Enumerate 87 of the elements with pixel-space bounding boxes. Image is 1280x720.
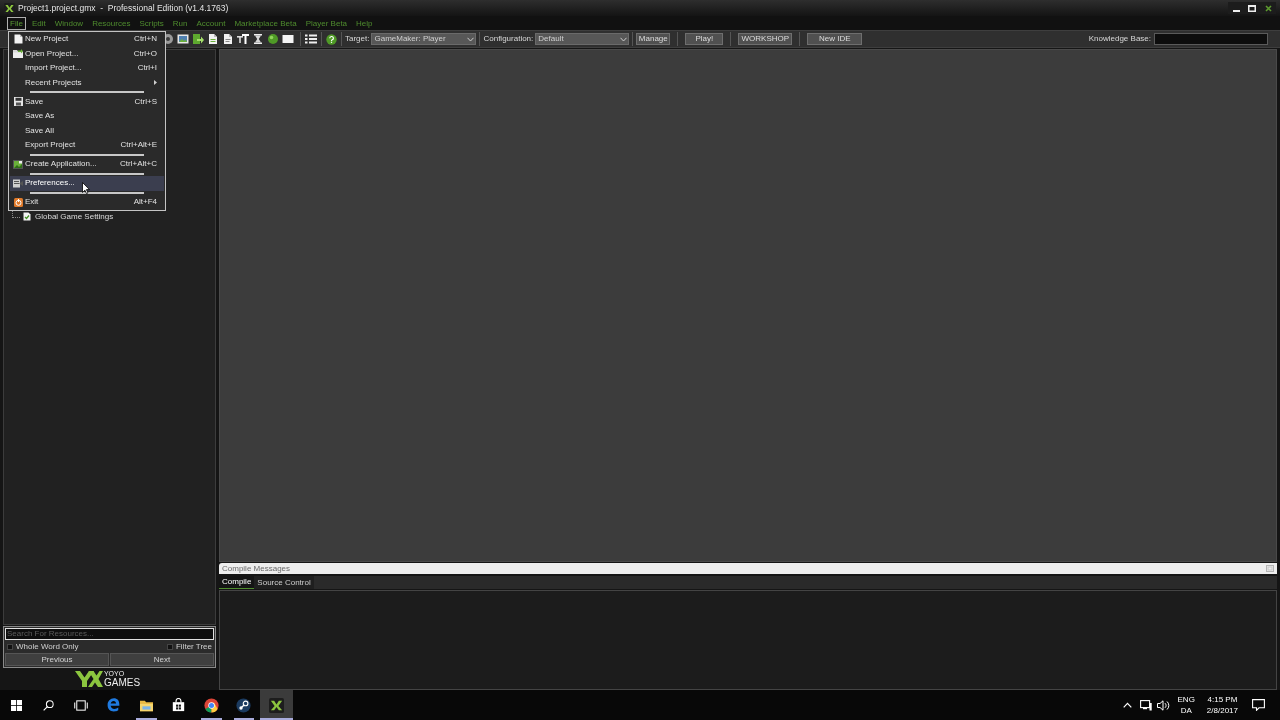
e-browser-icon	[105, 697, 122, 713]
round-logo-icon	[236, 697, 252, 713]
menu-item[interactable]: Player Beta	[302, 16, 351, 30]
menu-item[interactable]: File	[7, 16, 26, 30]
notification-icon[interactable]	[1252, 699, 1265, 711]
panel-title: Compile Messages	[222, 562, 291, 575]
checkbox-label[interactable]: Whole Word Only	[16, 640, 79, 653]
toolbar-button[interactable]: New IDE	[807, 33, 863, 45]
clock-date[interactable]: 2/8/2017	[1206, 705, 1238, 716]
tab[interactable]: Compile	[219, 576, 255, 589]
page-icon	[13, 34, 23, 45]
window-title: Project1.project.gmx - Professional Edition (v1.4.1763)	[18, 1, 229, 15]
brand-mark-icon	[74, 670, 103, 688]
task-view-icon	[74, 699, 89, 711]
help-icon[interactable]	[326, 33, 337, 45]
knowledge-base-label: Knowledge Base:	[1088, 33, 1151, 45]
folder-icon	[13, 49, 23, 59]
search-field[interactable]: Search For Resources...	[5, 628, 214, 640]
menu-entry[interactable]: Recent Projects	[10, 75, 164, 90]
configuration-dropdown[interactable]: Default	[535, 33, 630, 45]
ball-logo-icon	[203, 697, 219, 713]
menu-entry[interactable]: Export Project Ctrl+Alt+E	[10, 138, 164, 153]
minimize-button[interactable]	[1228, 2, 1244, 14]
keyboard-layout[interactable]: DA	[1180, 705, 1192, 716]
list-icon[interactable]	[305, 33, 317, 45]
menu-entry[interactable]: Preferences...	[10, 176, 164, 191]
shopping-bag-icon	[172, 698, 186, 712]
toolbar-button[interactable]: WORKSHOP	[738, 33, 793, 45]
checkbox[interactable]	[167, 643, 173, 650]
chevron-up-icon[interactable]	[1122, 702, 1132, 708]
network-icon[interactable]	[1139, 699, 1152, 711]
image-icon	[13, 159, 23, 169]
target-dropdown[interactable]: GameMaker: Player	[371, 33, 477, 45]
menu-item[interactable]: Account	[193, 16, 229, 30]
sphere-icon[interactable]	[267, 33, 279, 45]
menu-entry[interactable]: Save As	[10, 109, 164, 124]
logo-text: GAMES	[103, 678, 141, 688]
arrow-document-icon[interactable]	[192, 33, 204, 45]
menu-item[interactable]: Window	[51, 16, 87, 30]
folder-icon	[138, 698, 154, 712]
picture-icon[interactable]	[177, 33, 189, 45]
menu-entry[interactable]: Save Ctrl+S	[10, 94, 164, 109]
menu-item[interactable]: Edit	[28, 16, 49, 30]
app-logo-icon	[268, 697, 284, 713]
search-nav-button[interactable]: Next	[110, 653, 214, 666]
text-icon[interactable]	[237, 33, 249, 45]
menu-entry[interactable]: Create Application... Ctrl+Alt+C	[10, 157, 164, 172]
menu-item[interactable]: Scripts	[136, 16, 167, 30]
menu-item[interactable]: Help	[353, 16, 376, 30]
search-icon	[43, 699, 55, 711]
document-icon[interactable]	[222, 33, 234, 45]
document-icon[interactable]	[207, 33, 219, 45]
menu-entry[interactable]: Open Project... Ctrl+O	[10, 46, 164, 61]
menu-item[interactable]: Resources	[89, 16, 134, 30]
hourglass-icon[interactable]	[252, 33, 264, 45]
checkbox[interactable]	[7, 643, 13, 650]
knowledge-base-field[interactable]	[1154, 33, 1268, 45]
clock-time[interactable]: 4:15 PM	[1207, 694, 1238, 705]
search-nav-button[interactable]: Previous	[5, 653, 109, 666]
menu-entry[interactable]: Exit Alt+F4	[10, 195, 164, 210]
rectangle-icon[interactable]	[282, 33, 294, 45]
tab[interactable]: Source Control	[254, 576, 314, 589]
list-panel-icon	[13, 178, 23, 188]
menu-item[interactable]: Marketplace Beta	[231, 16, 300, 30]
menu-entry[interactable]: Import Project... Ctrl+I	[10, 61, 164, 76]
maximize-icon	[1248, 4, 1256, 12]
menu-entry[interactable]: New Project Ctrl+N	[10, 32, 164, 47]
windows-logo-icon	[10, 699, 22, 711]
close-button[interactable]	[1260, 2, 1276, 14]
toolbar-button[interactable]: Manage	[636, 33, 671, 45]
close-icon	[1264, 4, 1272, 12]
toolbar-button[interactable]: Play!	[685, 33, 724, 45]
app-logo-icon	[4, 2, 15, 14]
volume-icon[interactable]	[1156, 699, 1170, 711]
mouse-pointer-icon	[82, 182, 90, 194]
taskbar-app-button[interactable]	[260, 690, 293, 720]
menu-item[interactable]: Run	[169, 16, 191, 30]
chevron-down-icon	[467, 36, 475, 42]
tree-item[interactable]: Global Game Settings	[34, 210, 115, 223]
chevron-down-icon	[620, 36, 628, 42]
checkbox-label[interactable]: Filter Tree	[176, 640, 212, 653]
checked-document-icon	[23, 212, 31, 221]
exit-icon	[13, 197, 23, 207]
menu-entry[interactable]: Save All	[10, 123, 164, 138]
configuration-label: Configuration:	[483, 33, 534, 45]
input-language[interactable]: ENG	[1177, 694, 1195, 705]
target-label: Target:	[345, 33, 370, 45]
